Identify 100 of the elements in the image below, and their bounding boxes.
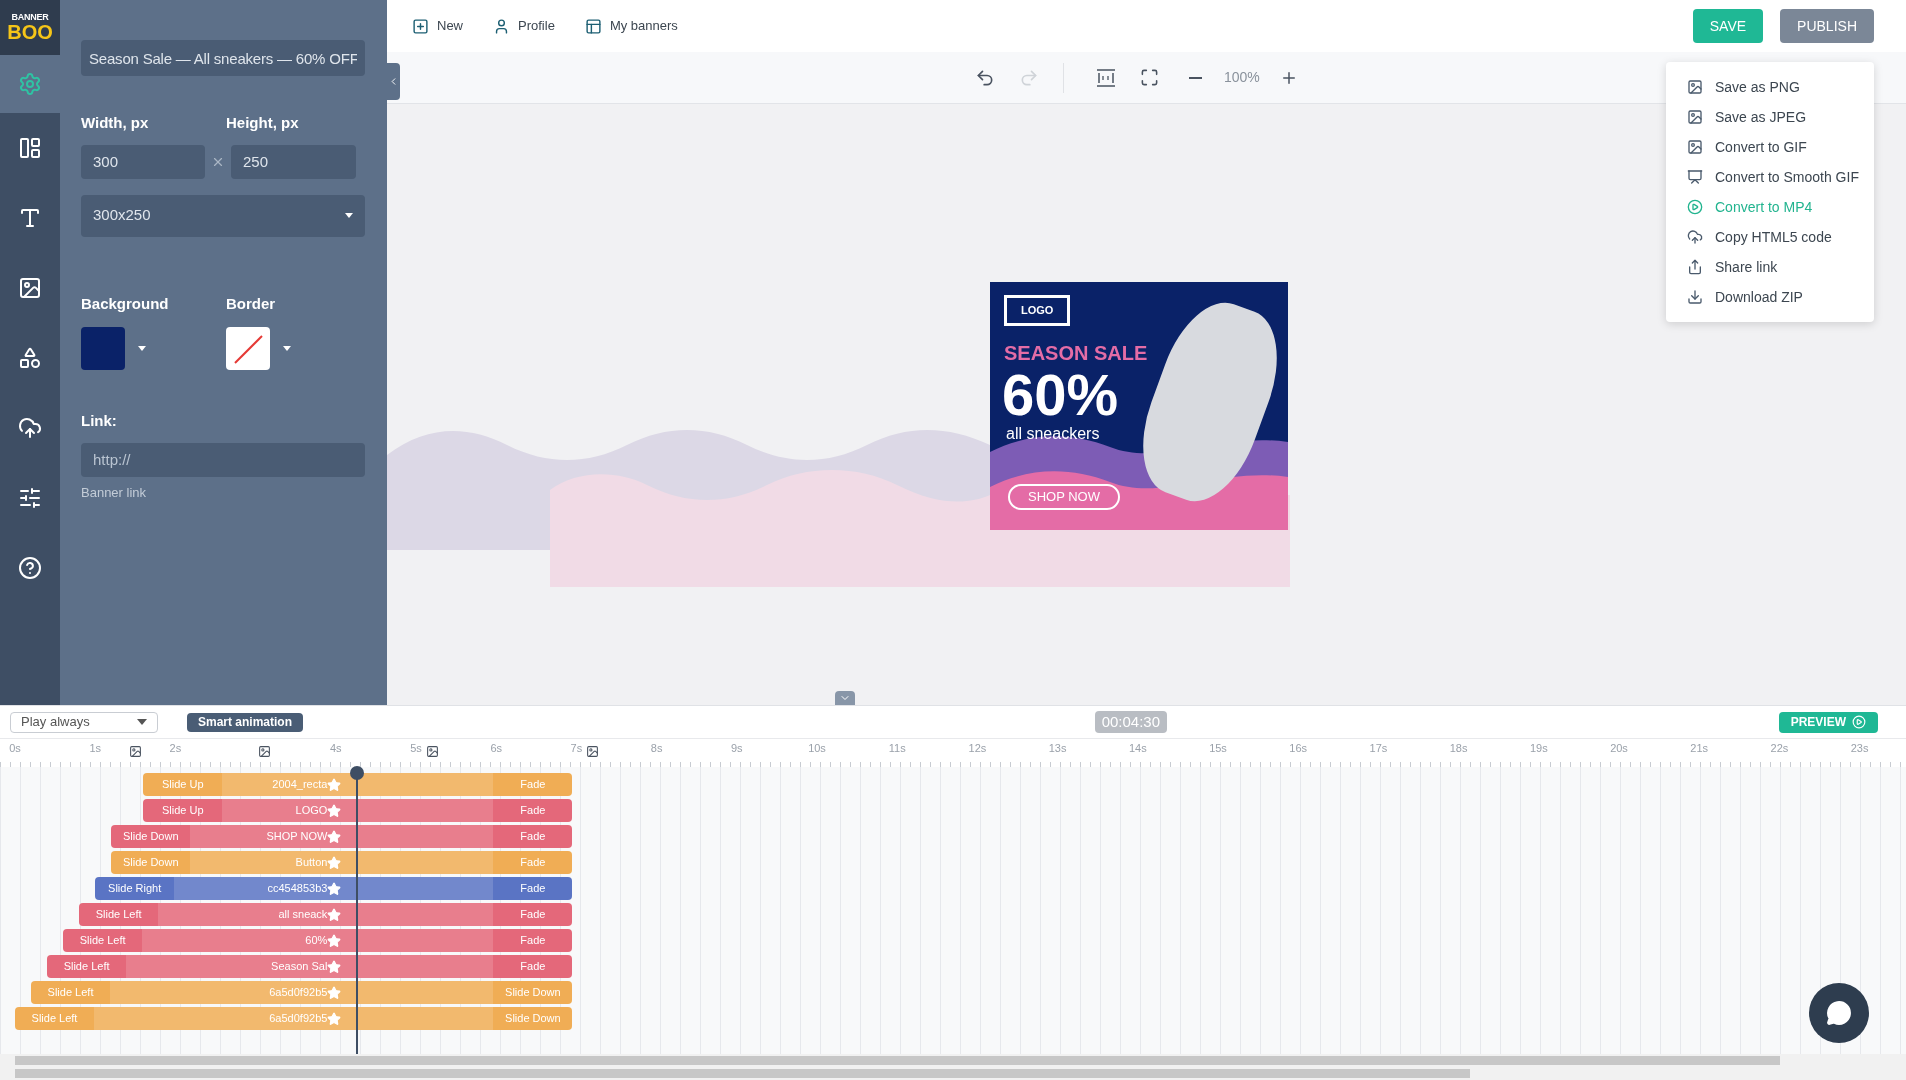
link-field[interactable]: http://	[81, 442, 365, 477]
star-icon	[327, 907, 342, 922]
time-tick-label: 5s	[409, 742, 423, 755]
shop-now-button[interactable]: SHOP NOW	[1008, 484, 1120, 510]
playhead[interactable]	[349, 766, 364, 1054]
image-icon	[1687, 109, 1703, 125]
width-field[interactable]: 300	[81, 144, 205, 179]
undo-button[interactable]	[975, 67, 995, 88]
height-label: Height, px	[226, 113, 299, 133]
time-tick-label: 23s	[1849, 742, 1870, 755]
horizontal-scrollbar[interactable]	[15, 1069, 1470, 1078]
star-icon	[327, 829, 342, 844]
shapes-icon	[18, 346, 42, 370]
animation-track-bar[interactable]: Slide Left Season Sal Fade	[47, 955, 573, 978]
zoom-level: 100%	[1224, 68, 1260, 87]
in-animation-label: Slide Left	[78, 933, 127, 949]
layer-name: 6a5d0f92b5	[269, 1011, 328, 1027]
keyframe-image-icon	[426, 745, 439, 758]
time-tick-label: 13s	[1047, 742, 1068, 755]
undo-icon	[975, 67, 995, 88]
image-icon	[18, 276, 42, 300]
in-animation-label: Slide Left	[46, 985, 95, 1001]
in-animation-label: Slide Right	[107, 881, 163, 897]
publish-button[interactable]: PUBLISH	[1780, 9, 1874, 43]
star-icon	[327, 881, 342, 896]
help-icon	[18, 556, 42, 580]
border-color-swatch[interactable]	[226, 327, 270, 370]
size-preset-select[interactable]: 300x250	[81, 194, 365, 237]
time-tick-label: 16s	[1288, 742, 1309, 755]
presentation-icon	[1687, 169, 1703, 185]
settings-icon	[18, 72, 42, 96]
export-menu-item[interactable]: Download ZIP	[1666, 282, 1874, 312]
minus-icon	[1189, 76, 1202, 79]
keyframe-image-icon	[129, 745, 143, 758]
nav-link[interactable]: My banners	[584, 16, 678, 36]
time-tick-label: 9s	[730, 742, 744, 755]
caret-icon	[137, 719, 147, 725]
time-tick-label: 8s	[649, 742, 664, 755]
play-mode-select[interactable]: Play always	[10, 711, 158, 733]
text-icon	[18, 206, 42, 230]
time-tick-label: 19s	[1528, 742, 1549, 755]
export-menu-item[interactable]: Convert to GIF	[1666, 132, 1874, 162]
out-animation-label: Fade	[519, 881, 547, 897]
star-icon	[327, 933, 342, 948]
time-tick-label: 12s	[967, 742, 988, 755]
time-tick-label: 6s	[489, 742, 503, 755]
time-tick-label: 1s	[88, 742, 102, 755]
sliders-icon	[18, 486, 42, 510]
export-menu-item[interactable]: Share link	[1666, 252, 1874, 282]
time-tick-label: 18s	[1448, 742, 1469, 755]
current-time: 00:04:30	[1094, 711, 1168, 733]
image-icon	[1687, 79, 1703, 95]
nav-link[interactable]: Profile	[493, 16, 555, 36]
export-menu-item[interactable]: Save as PNG	[1666, 72, 1874, 102]
export-menu-item[interactable]: Convert to Smooth GIF	[1666, 162, 1874, 192]
time-tick-label: 17s	[1368, 742, 1389, 755]
out-animation-label: Fade	[519, 907, 547, 923]
height-field[interactable]: 250	[231, 144, 356, 179]
fullscreen-icon[interactable]	[1140, 68, 1159, 87]
caret-icon	[345, 213, 353, 218]
star-icon	[327, 777, 342, 792]
in-animation-label: Slide Down	[121, 829, 180, 845]
layer-name: Season Sal	[271, 959, 328, 975]
in-animation-label: Slide Up	[161, 803, 205, 819]
play-icon	[1687, 199, 1703, 215]
star-icon	[327, 855, 342, 870]
star-icon	[327, 1011, 342, 1026]
collapse-panel-button[interactable]	[387, 63, 400, 100]
out-animation-label: Fade	[519, 777, 547, 793]
smart-animation-button[interactable]: Smart animation	[187, 712, 304, 732]
in-animation-label: Slide Left	[62, 959, 111, 975]
layer-name: 2004_recta	[272, 777, 328, 793]
upload-icon	[1687, 229, 1703, 245]
logo-text: BANNER	[11, 13, 49, 22]
nav-link[interactable]: New	[412, 16, 463, 36]
time-tick-label: 20s	[1609, 742, 1629, 755]
time-tick-label: 0s	[8, 742, 22, 755]
upload-icon	[18, 416, 42, 440]
animation-track-bar[interactable]: Slide Left 60% Fade	[63, 929, 573, 952]
in-animation-label: Slide Left	[94, 907, 143, 923]
time-tick-label: 10s	[807, 742, 827, 755]
animation-track-bar[interactable]: Slide Up LOGO Fade	[143, 799, 573, 822]
out-animation-label: Fade	[519, 855, 547, 871]
export-menu-item[interactable]: Copy HTML5 code	[1666, 222, 1874, 252]
background-color-swatch[interactable]	[81, 327, 125, 370]
animation-track-bar[interactable]: Slide Left all sneack Fade	[79, 903, 573, 926]
in-animation-label: Slide Left	[30, 1011, 79, 1027]
out-animation-label: Fade	[519, 933, 547, 949]
horizontal-scrollbar[interactable]	[15, 1056, 1780, 1065]
download-icon	[1687, 289, 1703, 305]
animation-track-bar[interactable]: Slide Right cc454853b3 Fade	[95, 877, 573, 900]
out-animation-label: Slide Down	[504, 1011, 562, 1027]
export-menu-item[interactable]: Save as JPEG	[1666, 102, 1874, 132]
share-icon	[1687, 259, 1703, 275]
time-tick-label: 22s	[1769, 742, 1790, 755]
animation-track-bar[interactable]: Slide Down SHOP NOW Fade	[111, 825, 573, 848]
time-tick-label: 2s	[168, 742, 183, 755]
logo-text: BOO	[7, 22, 53, 42]
layer-name: SHOP NOW	[266, 829, 328, 845]
redo-icon	[1019, 67, 1039, 88]
